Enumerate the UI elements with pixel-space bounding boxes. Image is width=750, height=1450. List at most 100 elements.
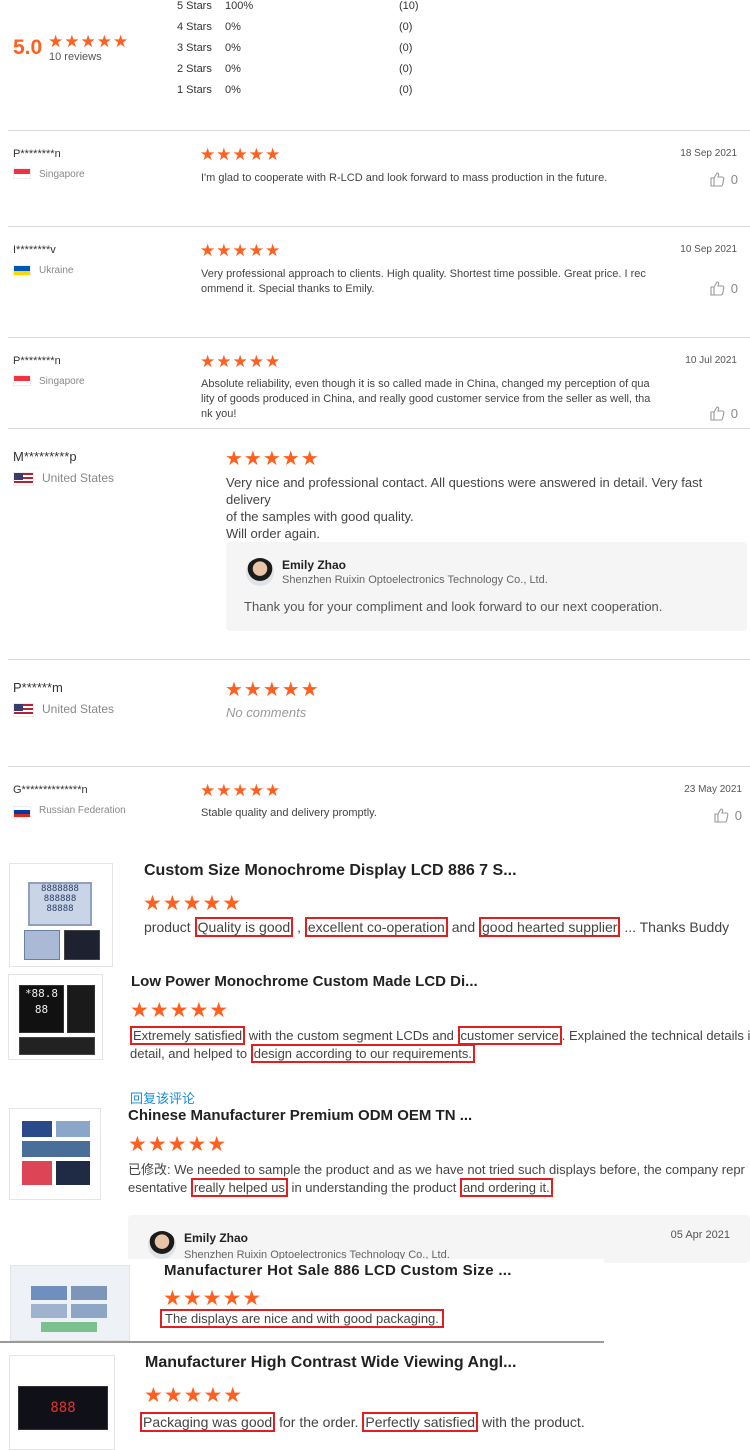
review-date: 10 Sep 2021 — [680, 244, 737, 255]
review-stars: ★★★★★ — [130, 999, 230, 1022]
reply-date: 05 Apr 2021 — [670, 1229, 730, 1241]
product-review: *88.8 88 Low Power Monochrome Custom Made… — [0, 968, 750, 1068]
seller-reply-text: Thank you for your compliment and look f… — [244, 599, 663, 614]
product-title[interactable]: Custom Size Monochrome Display LCD 886 7… — [144, 862, 517, 880]
product-title[interactable]: Low Power Monochrome Custom Made LCD Di.… — [131, 973, 478, 990]
review-text: No comments — [226, 705, 307, 720]
review-text: The displays are nice and with good pack… — [160, 1309, 444, 1328]
lcd-panel — [56, 1121, 90, 1137]
product-review: 888 Manufacturer High Contrast Wide View… — [0, 1347, 750, 1450]
thumbs-up-icon — [710, 281, 725, 296]
lcd-panel: 8888888 888888 88888 — [28, 882, 92, 926]
review-item: G**************n Russian Federation ★★★★… — [0, 767, 750, 837]
review-stars: ★★★★★ — [200, 781, 282, 800]
review-text: 已修改: We needed to sample the product and… — [128, 1162, 745, 1197]
product-title[interactable]: Manufacturer High Contrast Wide Viewing … — [145, 1354, 516, 1372]
reviewer-country: Russian Federation — [39, 805, 126, 816]
us-flag-icon — [13, 472, 34, 486]
lcd-panel — [19, 1037, 95, 1055]
reply-link[interactable]: 回复该评论 — [130, 1088, 195, 1107]
seller-name: Emily Zhao — [282, 558, 347, 572]
average-score: 5.0 — [13, 36, 43, 59]
highlight: really helped us — [190, 1178, 288, 1197]
lcd-panel — [24, 930, 60, 960]
reviewer-name: P********n — [13, 355, 61, 367]
us-flag-icon — [13, 703, 34, 717]
review-text: Packaging was good for the order. Perfec… — [140, 1412, 585, 1432]
reviewer-name: M*********p — [13, 449, 77, 464]
like-count: 0 — [730, 172, 738, 187]
lcd-panel — [71, 1286, 107, 1300]
product-review: 8888888 888888 88888 Custom Size Monochrom… — [0, 855, 750, 967]
reviewer-country: United States — [42, 471, 115, 485]
highlight: Extremely satisfied — [130, 1026, 246, 1045]
lcd-panel — [22, 1121, 52, 1137]
product-title[interactable]: Chinese Manufacturer Premium ODM OEM TN … — [128, 1107, 472, 1124]
review-stars: ★★★★★ — [200, 241, 282, 260]
review-stars: ★★★★★ — [143, 892, 243, 915]
review-stars: ★★★★★ — [200, 145, 282, 164]
highlight: design according to our requirements. — [250, 1044, 475, 1063]
highlight: good hearted supplier — [479, 917, 621, 937]
like-button[interactable]: 0 — [709, 280, 738, 296]
lcd-panel — [22, 1161, 52, 1185]
singapore-flag-icon — [13, 375, 31, 386]
seller-company: Shenzhen Ruixin Optoelectronics Technolo… — [282, 574, 548, 586]
review-stars: ★★★★★ — [128, 1133, 228, 1156]
review-item: P******m United States ★★★★★ No comments — [0, 660, 750, 766]
review-stars: ★★★★★ — [225, 448, 320, 470]
product-image[interactable]: 8888888 888888 88888 — [9, 863, 113, 967]
product-title[interactable]: Manufacturer Hot Sale 886 LCD Custom Siz… — [164, 1262, 512, 1279]
russia-flag-icon — [13, 806, 31, 818]
review-stars: ★★★★★ — [144, 1384, 244, 1407]
lcd-panel — [31, 1304, 67, 1318]
lcd-panel — [56, 1161, 90, 1185]
review-text: Very nice and professional contact. All … — [226, 475, 703, 541]
lcd-panel: 888 — [18, 1386, 108, 1430]
review-item: P********n Singapore ★★★★★ I'm glad to c… — [0, 131, 750, 226]
highlight: excellent co-operation — [304, 917, 448, 937]
review-date: 23 May 2021 — [684, 784, 742, 795]
highlight: customer service — [457, 1026, 562, 1045]
star-breakdown: 5 Stars 100% (10) 4 Stars 0% (0) 3 Stars… — [177, 0, 419, 96]
review-date: 10 Jul 2021 — [685, 355, 737, 366]
like-button[interactable]: 0 — [713, 807, 742, 823]
reviewer-name: P******m — [13, 680, 63, 695]
reviewer-country: Singapore — [39, 376, 85, 387]
like-count: 0 — [730, 406, 738, 421]
seller-reply: Emily Zhao Shenzhen Ruixin Optoelectroni… — [128, 1215, 750, 1263]
product-image[interactable] — [10, 1265, 130, 1341]
lcd-panel — [31, 1286, 67, 1300]
lcd-panel — [64, 930, 100, 960]
reviewer-name: I********v — [13, 244, 56, 256]
product-review: 回复该评论 Chinese Manufacturer Premium ODM O… — [0, 1086, 750, 1206]
highlight: Perfectly satisfied — [362, 1412, 479, 1432]
reviewer-name: P********n — [13, 148, 61, 160]
product-image[interactable]: 888 — [9, 1355, 115, 1450]
highlight: The displays are nice and with good pack… — [160, 1309, 444, 1328]
product-image[interactable]: *88.8 88 — [8, 974, 103, 1060]
review-item: P********n Singapore ★★★★★ Absolute reli… — [0, 338, 750, 428]
reviewer-name: G**************n — [13, 784, 88, 796]
rating-summary: 5.0 ★★★★★ 10 reviews 5 Stars 100% (10) 4… — [0, 0, 750, 130]
review-stars: ★★★★★ — [200, 352, 282, 371]
thumbs-up-icon — [710, 172, 725, 187]
average-stars: ★★★★★ — [48, 32, 130, 51]
like-button[interactable]: 0 — [709, 405, 738, 421]
singapore-flag-icon — [13, 168, 31, 179]
review-date: 18 Sep 2021 — [680, 148, 737, 159]
reviewer-country: United States — [42, 702, 115, 716]
like-button[interactable]: 0 — [709, 171, 738, 187]
reviewer-country: Ukraine — [39, 265, 74, 276]
product-image[interactable] — [9, 1108, 101, 1200]
lcd-panel: *88.8 88 — [19, 985, 64, 1033]
review-item: M*********p United States ★★★★★ Very nic… — [0, 429, 750, 659]
product-review: Manufacturer Hot Sale 886 LCD Custom Siz… — [0, 1259, 604, 1343]
review-stars: ★★★★★ — [225, 679, 320, 701]
review-text: Stable quality and delivery promptly. — [201, 807, 377, 819]
review-text: I'm glad to cooperate with R-LCD and loo… — [201, 172, 608, 184]
highlight: Packaging was good — [140, 1412, 276, 1432]
seller-avatar — [246, 558, 274, 586]
thumbs-up-icon — [714, 808, 729, 823]
review-stars: ★★★★★ — [163, 1287, 263, 1310]
